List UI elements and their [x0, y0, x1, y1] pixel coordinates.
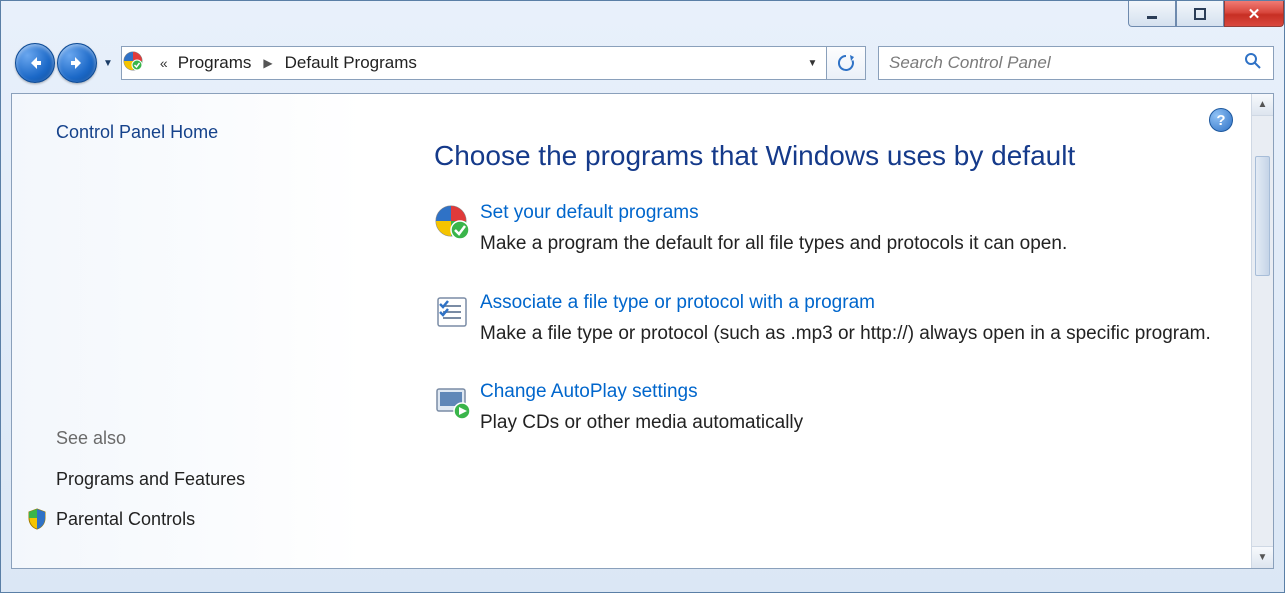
page-title: Choose the programs that Windows uses by… — [434, 140, 1237, 172]
forward-button[interactable] — [57, 43, 97, 83]
default-programs-icon — [434, 202, 480, 258]
maximize-button[interactable] — [1176, 1, 1224, 27]
associate-icon — [434, 292, 480, 348]
autoplay-icon — [434, 381, 480, 437]
close-button[interactable]: ✕ — [1224, 1, 1284, 27]
close-icon: ✕ — [1248, 5, 1261, 23]
breadcrumb-seg-programs[interactable]: Programs — [174, 53, 256, 73]
minimize-button[interactable] — [1128, 1, 1176, 27]
sidebar: Control Panel Home See also Programs and… — [12, 94, 394, 568]
address-dropdown[interactable]: ▼ — [798, 58, 826, 69]
address-bar[interactable]: « Programs ▶ Default Programs ▼ — [121, 46, 827, 80]
option-link[interactable]: Set your default programs — [480, 202, 1237, 224]
minimize-icon — [1145, 7, 1159, 21]
shield-icon — [26, 508, 48, 530]
window-controls: ✕ — [1128, 1, 1284, 27]
breadcrumb-overflow-icon[interactable]: « — [154, 55, 174, 71]
option-desc: Make a program the default for all file … — [480, 230, 1237, 258]
breadcrumb-separator-icon[interactable]: ▶ — [255, 56, 280, 70]
scroll-thumb[interactable] — [1255, 156, 1270, 276]
breadcrumb-seg-default-programs[interactable]: Default Programs — [281, 53, 421, 73]
main-panel: ? Choose the programs that Windows uses … — [394, 94, 1273, 568]
back-button[interactable] — [15, 43, 55, 83]
option-desc: Make a file type or protocol (such as .m… — [480, 320, 1237, 348]
option-set-default-programs: Set your default programs Make a program… — [434, 202, 1237, 258]
sidebar-home-link[interactable]: Control Panel Home — [56, 122, 374, 143]
nav-history-dropdown[interactable]: ▼ — [103, 58, 113, 69]
control-panel-window: ✕ ▼ « Program — [0, 0, 1285, 593]
option-autoplay-settings: Change AutoPlay settings Play CDs or oth… — [434, 381, 1237, 437]
search-icon — [1243, 51, 1263, 76]
control-panel-icon — [122, 50, 154, 77]
nav-row: ▼ « Programs ▶ Default Programs ▼ — [1, 39, 1284, 93]
sidebar-item-label: Parental Controls — [56, 509, 195, 530]
maximize-icon — [1193, 7, 1207, 21]
sidebar-item-programs-features[interactable]: Programs and Features — [56, 469, 374, 490]
arrow-right-icon — [68, 54, 86, 72]
scroll-down-icon[interactable]: ▼ — [1252, 546, 1273, 568]
help-icon[interactable]: ? — [1209, 108, 1233, 132]
arrow-left-icon — [26, 54, 44, 72]
sidebar-see-also-heading: See also — [56, 428, 374, 449]
scrollbar[interactable]: ▲ ▼ — [1251, 94, 1273, 568]
titlebar: ✕ — [1, 1, 1284, 39]
option-link[interactable]: Change AutoPlay settings — [480, 381, 1237, 403]
option-desc: Play CDs or other media automatically — [480, 409, 1237, 437]
sidebar-item-parental-controls[interactable]: Parental Controls — [26, 508, 374, 530]
refresh-icon — [836, 53, 856, 73]
refresh-button[interactable] — [826, 46, 866, 80]
scroll-up-icon[interactable]: ▲ — [1252, 94, 1273, 116]
content-area: Control Panel Home See also Programs and… — [11, 93, 1274, 569]
search-input[interactable]: Search Control Panel — [878, 46, 1274, 80]
option-link[interactable]: Associate a file type or protocol with a… — [480, 292, 1237, 314]
option-associate-file-type: Associate a file type or protocol with a… — [434, 292, 1237, 348]
search-placeholder: Search Control Panel — [889, 53, 1051, 73]
